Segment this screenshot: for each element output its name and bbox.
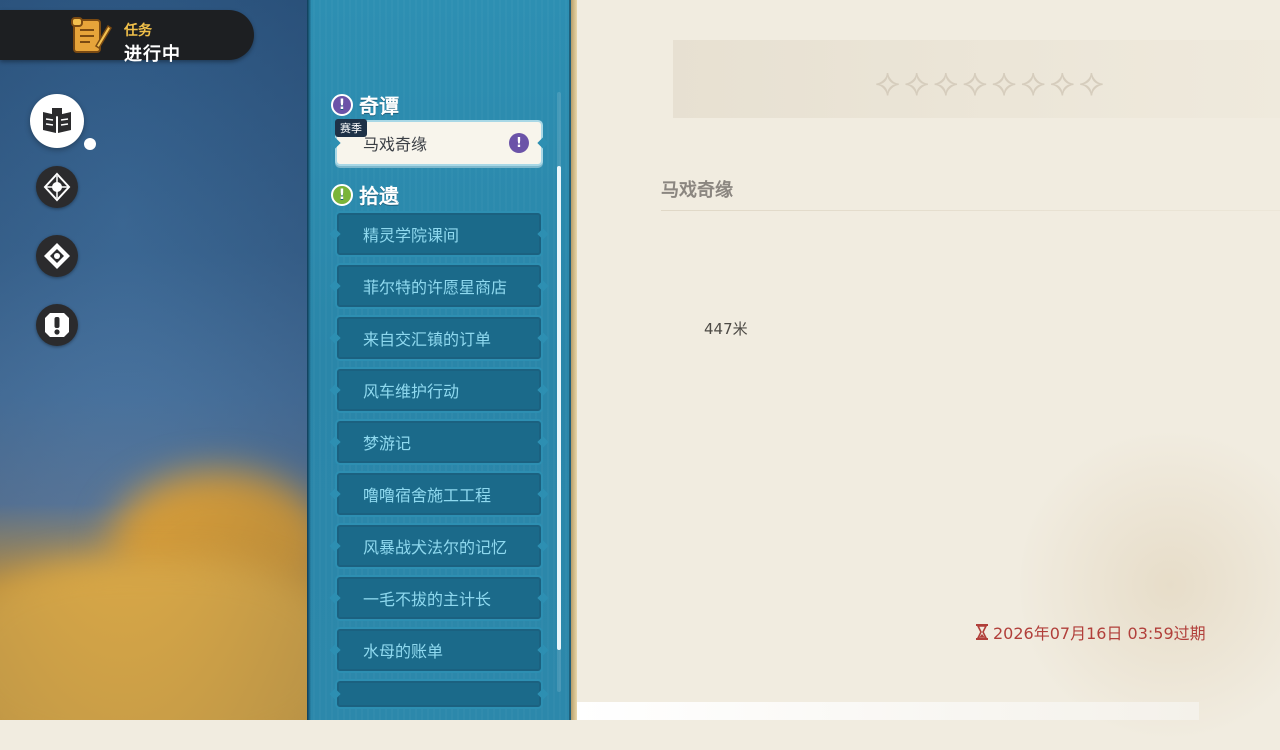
season-tag: 赛季 xyxy=(335,119,367,137)
quest-item[interactable]: 水母的账单 xyxy=(335,627,543,673)
quest-item[interactable]: 风暴战犬法尔的记忆 xyxy=(335,523,543,569)
quest-label: 一毛不拔的主计长 xyxy=(363,590,492,609)
quest-label: 风暴战犬法尔的记忆 xyxy=(363,538,508,557)
quest-item[interactable]: 来自交汇镇的订单 xyxy=(335,315,543,361)
task-category-label: 任务 xyxy=(124,23,152,39)
quest-distance: 447米 xyxy=(704,320,748,338)
title-divider xyxy=(661,210,1280,211)
hourglass-icon xyxy=(976,624,988,640)
decorative-background xyxy=(1020,420,1280,750)
quest-item[interactable]: 风车维护行动 xyxy=(335,367,543,413)
quest-label: 梦游记 xyxy=(363,434,412,453)
quest-detail-panel: ⟡⟡⟡⟡⟡⟡⟡⟡ 马戏奇缘 447米 2026年07月16日 03:59过期 xyxy=(577,0,1280,750)
scroll-icon xyxy=(71,17,112,53)
panel-left-edge xyxy=(307,0,311,720)
bottom-bar xyxy=(577,702,1199,720)
task-status-label: 进行中 xyxy=(124,44,181,65)
section-title: 拾遗 xyxy=(359,184,399,208)
purple-exclamation-icon: ! xyxy=(331,93,353,116)
section-header-shiyi: ! 拾遗 xyxy=(331,180,399,209)
quest-list-panel: ! 奇谭 赛季 马戏奇缘 ! ! 拾遗 精灵学院课间 菲尔特的许愿星商店 来自交… xyxy=(307,0,577,720)
section-title: 奇谭 xyxy=(359,94,399,118)
category-book-button[interactable] xyxy=(30,94,96,150)
book-icon xyxy=(43,108,71,133)
category-diamond-button[interactable] xyxy=(36,235,78,277)
quest-label: 水母的账单 xyxy=(363,642,444,661)
decorative-runes: ⟡⟡⟡⟡⟡⟡⟡⟡ xyxy=(875,60,1108,104)
quest-item[interactable]: 梦游记 xyxy=(335,419,543,465)
category-compass-button[interactable] xyxy=(36,166,78,208)
quest-item-partial[interactable] xyxy=(335,679,543,709)
notification-dot xyxy=(84,138,96,150)
quest-item-selected[interactable]: 赛季 马戏奇缘 ! xyxy=(335,119,543,166)
expiry-info: 2026年07月16日 03:59过期 xyxy=(975,620,1206,644)
quest-label: 噜噜宿舍施工工程 xyxy=(363,486,492,505)
compass-icon xyxy=(43,172,71,202)
expiry-text: 2026年07月16日 03:59过期 xyxy=(993,624,1206,643)
quest-label: 菲尔特的许愿星商店 xyxy=(363,278,508,297)
scrollbar-thumb[interactable] xyxy=(557,166,561,650)
quest-label: 来自交汇镇的订单 xyxy=(363,330,492,349)
exclamation-icon xyxy=(45,313,69,337)
quest-label: 马戏奇缘 xyxy=(363,135,428,154)
green-exclamation-icon: ! xyxy=(331,183,353,206)
quest-title: 马戏奇缘 xyxy=(661,180,733,201)
diamond-icon xyxy=(44,243,70,269)
quest-item[interactable]: 菲尔特的许愿星商店 xyxy=(335,263,543,309)
category-alert-button[interactable] xyxy=(36,304,78,346)
task-status-badge[interactable]: 任务 进行中 xyxy=(0,10,254,65)
quest-label: 风车维护行动 xyxy=(363,382,460,401)
quest-item[interactable]: 一毛不拔的主计长 xyxy=(335,575,543,621)
quest-item[interactable]: 噜噜宿舍施工工程 xyxy=(335,471,543,517)
quest-item[interactable]: 精灵学院课间 xyxy=(335,211,543,257)
quest-label: 精灵学院课间 xyxy=(363,226,460,245)
section-header-qitan: ! 奇谭 xyxy=(331,90,399,119)
quest-alert-icon: ! xyxy=(509,133,529,153)
